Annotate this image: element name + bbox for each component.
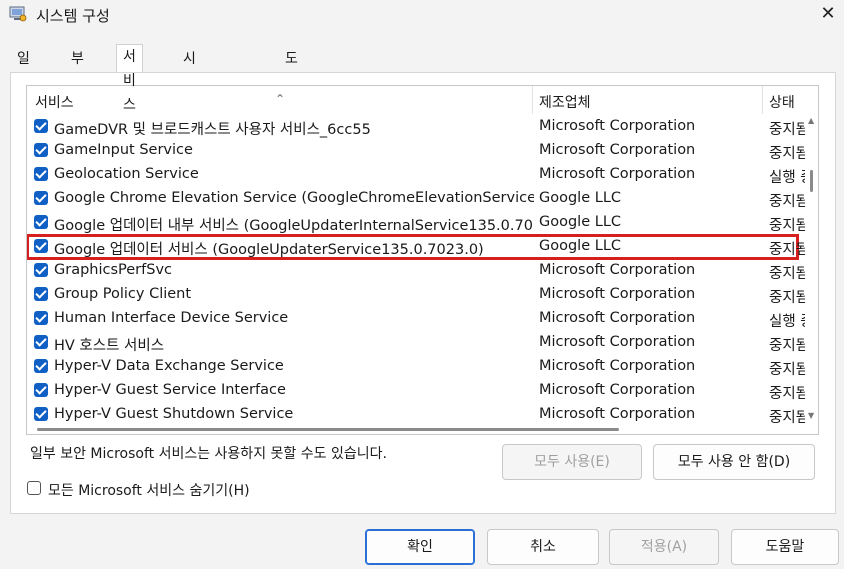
- service-row[interactable]: Hyper-V Data Exchange Service Microsoft C…: [27, 355, 807, 379]
- scroll-thumb[interactable]: [810, 170, 813, 192]
- service-checkbox[interactable]: [34, 143, 48, 157]
- service-name: Hyper-V Guest Shutdown Service: [54, 406, 294, 422]
- column-status[interactable]: 상태: [769, 92, 805, 112]
- column-service[interactable]: 서비스: [35, 92, 74, 112]
- horizontal-scrollbar[interactable]: [27, 422, 807, 434]
- service-manufacturer: Microsoft Corporation: [539, 358, 696, 374]
- checkbox-box[interactable]: [27, 481, 41, 495]
- service-status: 중지됨: [769, 362, 805, 378]
- service-manufacturer: Microsoft Corporation: [539, 166, 696, 182]
- service-checkbox[interactable]: [34, 263, 48, 277]
- service-name: Google 업데이터 서비스 (GoogleUpdaterService135…: [54, 242, 484, 258]
- title-bar: 시스템 구성 ✕: [0, 0, 844, 32]
- service-checkbox[interactable]: [34, 287, 48, 301]
- service-row[interactable]: Google 업데이터 서비스 (GoogleUpdaterService135…: [27, 234, 805, 260]
- service-checkbox[interactable]: [34, 311, 48, 325]
- service-name: HV 호스트 서비스: [54, 338, 165, 354]
- service-row[interactable]: GraphicsPerfSvc Microsoft Corporation 중지됨: [27, 259, 807, 283]
- ok-button[interactable]: 확인: [365, 529, 475, 565]
- tab-startup[interactable]: 시작프로그램: [176, 46, 203, 187]
- service-row[interactable]: GameDVR 및 브로드캐스트 사용자 서비스_6cc55 Microsoft …: [27, 115, 807, 139]
- service-status: 중지됨: [769, 122, 805, 138]
- service-status: 실행 중: [769, 314, 805, 330]
- service-checkbox[interactable]: [34, 407, 48, 421]
- service-manufacturer: Microsoft Corporation: [539, 286, 696, 302]
- close-icon[interactable]: ✕: [820, 5, 836, 23]
- help-button[interactable]: 도움말: [731, 529, 839, 565]
- service-manufacturer: Microsoft Corporation: [539, 406, 696, 422]
- service-name: GraphicsPerfSvc: [54, 262, 173, 278]
- column-manufacturer[interactable]: 제조업체: [539, 92, 591, 112]
- service-manufacturer: Google LLC: [539, 214, 622, 230]
- service-row[interactable]: Group Policy Client Microsoft Corporation…: [27, 283, 807, 307]
- service-name: GameInput Service: [54, 142, 193, 158]
- service-manufacturer: Microsoft Corporation: [539, 262, 696, 278]
- sort-ascending-icon: ⌃: [275, 92, 286, 106]
- service-status: 중지됨: [769, 242, 805, 258]
- service-manufacturer: Microsoft Corporation: [539, 310, 696, 326]
- service-name: Google 업데이터 내부 서비스 (GoogleUpdaterInterna…: [54, 218, 534, 234]
- service-status: 실행 중: [769, 170, 805, 186]
- service-name: Group Policy Client: [54, 286, 192, 302]
- service-name: Human Interface Device Service: [54, 310, 289, 326]
- list-header: ⌃ 서비스 제조업체 상태: [27, 86, 818, 114]
- security-note: 일부 보안 Microsoft 서비스는 사용하지 못할 수도 있습니다.: [30, 446, 387, 462]
- apply-button[interactable]: 적용(A): [609, 529, 719, 565]
- scroll-down-icon[interactable]: ▼: [808, 411, 814, 420]
- service-row[interactable]: Hyper-V Guest Service Interface Microsoft…: [27, 379, 807, 403]
- scroll-up-icon[interactable]: ▲: [808, 116, 814, 125]
- hide-ms-label[interactable]: 모든 Microsoft 서비스 숨기기(H): [48, 480, 250, 500]
- service-row[interactable]: Human Interface Device Service Microsoft …: [27, 307, 807, 331]
- tab-tools[interactable]: 도구: [278, 46, 305, 91]
- service-manufacturer: Google LLC: [539, 238, 622, 254]
- service-status: 중지됨: [769, 290, 805, 306]
- service-name: Geolocation Service: [54, 166, 199, 182]
- disable-all-button[interactable]: 모두 사용 안 함(D): [653, 444, 815, 480]
- service-checkbox[interactable]: [34, 239, 48, 253]
- service-status: 중지됨: [769, 338, 805, 354]
- window-title: 시스템 구성: [36, 7, 110, 25]
- service-row[interactable]: Google Chrome Elevation Service (GoogleC…: [27, 187, 807, 211]
- service-row[interactable]: Geolocation Service Microsoft Corporation…: [27, 163, 807, 187]
- service-manufacturer: Google LLC: [539, 190, 622, 206]
- service-status: 중지됨: [769, 386, 805, 402]
- hscroll-thumb[interactable]: [37, 428, 619, 431]
- service-checkbox[interactable]: [34, 383, 48, 397]
- service-manufacturer: Microsoft Corporation: [539, 334, 696, 350]
- system-config-icon: [9, 6, 27, 22]
- service-status: 중지됨: [769, 194, 805, 210]
- tab-general[interactable]: 일반: [10, 46, 37, 91]
- service-manufacturer: Microsoft Corporation: [539, 382, 696, 398]
- vertical-scrollbar[interactable]: ▲ ▼: [806, 114, 818, 422]
- service-checkbox[interactable]: [34, 335, 48, 349]
- service-status: 중지됨: [769, 218, 805, 234]
- service-row[interactable]: Google 업데이터 내부 서비스 (GoogleUpdaterInterna…: [27, 211, 807, 235]
- cancel-button[interactable]: 취소: [487, 529, 599, 565]
- service-status: 중지됨: [769, 266, 805, 282]
- service-manufacturer: Microsoft Corporation: [539, 118, 696, 134]
- services-list[interactable]: ⌃ 서비스 제조업체 상태 GameDVR 및 브로드캐스트 사용자 서비스_6…: [26, 85, 819, 435]
- tab-services[interactable]: 서비스: [116, 44, 143, 113]
- service-name: Hyper-V Data Exchange Service: [54, 358, 284, 374]
- service-name: Hyper-V Guest Service Interface: [54, 382, 286, 398]
- service-checkbox[interactable]: [34, 167, 48, 181]
- service-row[interactable]: HV 호스트 서비스 Microsoft Corporation 중지됨: [27, 331, 807, 355]
- service-status: 중지됨: [769, 146, 805, 162]
- enable-all-button[interactable]: 모두 사용(E): [502, 444, 642, 480]
- service-name: Google Chrome Elevation Service (GoogleC…: [54, 190, 534, 206]
- service-checkbox[interactable]: [34, 359, 48, 373]
- service-checkbox[interactable]: [34, 119, 48, 133]
- tab-boot[interactable]: 부팅: [64, 46, 91, 91]
- service-name: GameDVR 및 브로드캐스트 사용자 서비스_6cc55: [54, 122, 371, 138]
- service-manufacturer: Microsoft Corporation: [539, 142, 696, 158]
- service-row[interactable]: GameInput Service Microsoft Corporation 중지…: [27, 139, 807, 163]
- service-checkbox[interactable]: [34, 191, 48, 205]
- service-checkbox[interactable]: [34, 215, 48, 229]
